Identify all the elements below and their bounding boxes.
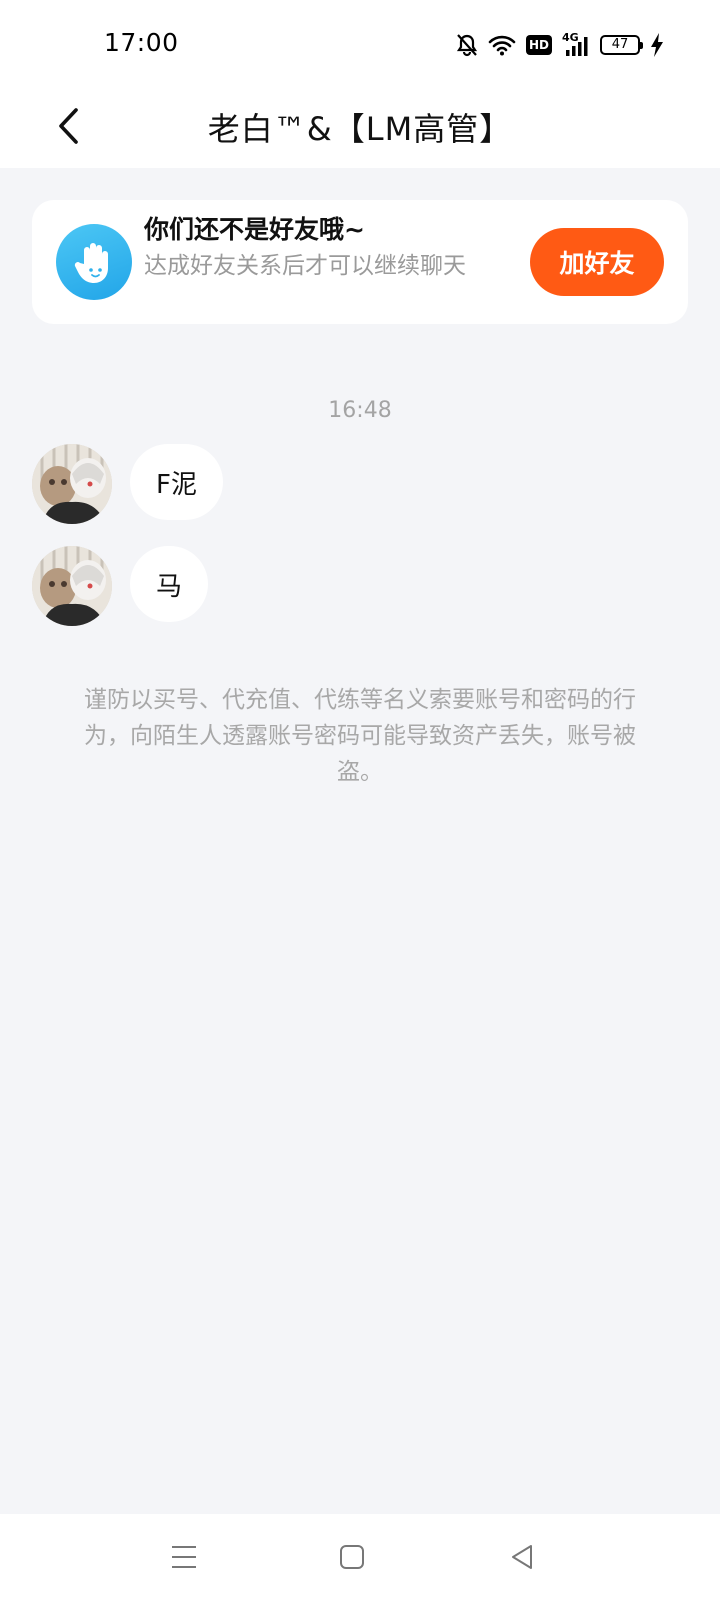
system-back-button[interactable] xyxy=(494,1534,550,1580)
friend-notice-card: 你们还不是好友哦~ 达成好友关系后才可以继续聊天 加好友 xyxy=(32,200,688,324)
menu-icon xyxy=(172,1546,196,1568)
chat-title: 老白™&【LM高管】 xyxy=(207,110,513,148)
contact-avatar[interactable] xyxy=(32,444,112,524)
battery-level: 47 xyxy=(611,37,629,52)
waving-hand-icon xyxy=(56,224,132,300)
status-bar: 17:00 HD 4G 47 xyxy=(0,0,720,84)
add-friend-button[interactable]: 加好友 xyxy=(530,228,664,296)
friend-notice-description: 达成好友关系后才可以继续聊天 xyxy=(144,253,466,279)
contact-avatar[interactable] xyxy=(32,546,112,626)
friend-notice-title: 你们还不是好友哦~ xyxy=(144,215,365,244)
chat-timestamp: 16:48 xyxy=(328,398,392,423)
cellular-signal-icon: 4G xyxy=(562,31,590,57)
back-triangle-icon xyxy=(512,1545,532,1569)
wifi-icon xyxy=(488,34,516,56)
message-row: 马 xyxy=(32,546,432,626)
message-bubble[interactable]: F泥 xyxy=(130,444,223,520)
bell-muted-icon xyxy=(456,33,478,57)
status-time: 17:00 xyxy=(104,28,179,57)
hd-icon: HD xyxy=(525,35,552,55)
system-nav-bar xyxy=(0,1514,720,1600)
message-bubble[interactable]: 马 xyxy=(130,546,209,622)
charging-bolt-icon xyxy=(650,33,664,57)
chat-header: 老白™&【LM高管】 xyxy=(0,84,720,168)
battery-icon: 47 xyxy=(600,35,643,55)
menu-button[interactable] xyxy=(156,1534,212,1580)
message-row: F泥 xyxy=(32,444,432,524)
home-square-icon xyxy=(340,1545,364,1569)
safety-tip: 谨防以买号、代充值、代练等名义索要账号和密码的行为，向陌生人透露账号密码可能导致… xyxy=(84,687,636,785)
status-icons: HD 4G 47 xyxy=(456,30,664,60)
home-button[interactable] xyxy=(324,1534,380,1580)
